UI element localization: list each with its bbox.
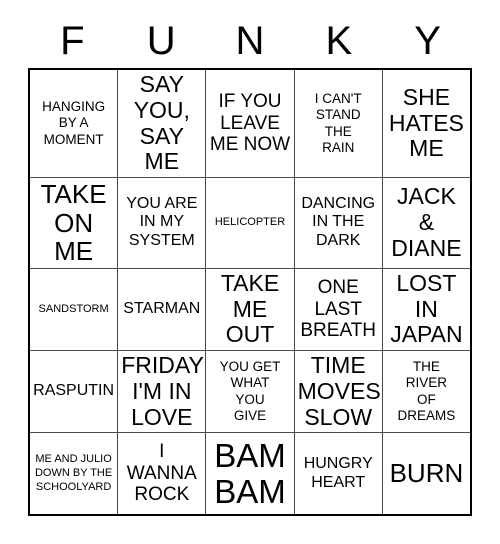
bingo-cell[interactable]: I CAN'T STAND THE RAIN — [295, 70, 383, 177]
bingo-cell[interactable]: TIME MOVES SLOW — [295, 351, 383, 433]
bingo-row: ME AND JULIO DOWN BY THE SCHOOLYARD I WA… — [30, 433, 470, 514]
header-letter-f: F — [60, 19, 85, 63]
bingo-cell[interactable]: FRIDAY I'M IN LOVE — [118, 351, 207, 433]
bingo-cell-label: SAY YOU, SAY ME — [133, 71, 190, 175]
bingo-cell[interactable]: THE RIVER OF DREAMS — [383, 351, 470, 432]
bingo-cell-label: FRIDAY I'M IN LOVE — [121, 352, 204, 430]
bingo-cell-label: SHE HATES ME — [388, 83, 464, 162]
header-letter-k: K — [325, 19, 353, 63]
bingo-cell-label: TAKE ME OUT — [220, 269, 280, 348]
bingo-cell-label: SANDSTORM — [38, 302, 109, 315]
bingo-cell-label: BURN — [389, 458, 464, 489]
bingo-header-row: F U N K Y — [28, 14, 472, 68]
bingo-cell[interactable]: HUNGRY HEART — [295, 433, 383, 514]
bingo-cell-label: DANCING IN THE DARK — [301, 194, 376, 250]
bingo-cell[interactable]: IF YOU LEAVE ME NOW — [206, 70, 295, 177]
bingo-cell[interactable]: HELICOPTER — [206, 178, 295, 268]
bingo-cell-label: THE RIVER OF DREAMS — [397, 359, 456, 423]
bingo-cell[interactable]: ONE LAST BREATH — [295, 268, 383, 351]
bingo-cell-label: RASPUTIN — [33, 382, 115, 400]
bingo-grid: HANGING BY A MOMENT SAY YOU, SAY ME IF Y… — [28, 68, 472, 516]
bingo-cell-label: HELICOPTER — [214, 216, 286, 229]
bingo-cell[interactable]: SAY YOU, SAY ME — [118, 70, 207, 177]
bingo-card: F U N K Y HANGING BY A MOMENT SAY YOU, S… — [28, 14, 472, 516]
bingo-cell-label: ME AND JULIO DOWN BY THE SCHOOLYARD — [34, 453, 113, 493]
bingo-cell-label: ONE LAST BREATH — [300, 276, 377, 342]
bingo-cell[interactable]: SANDSTORM — [30, 268, 119, 351]
bingo-cell[interactable]: LOST IN JAPAN — [383, 269, 470, 350]
bingo-cell[interactable]: TAKE ON ME — [30, 178, 119, 268]
bingo-cell-label: I WANNA ROCK — [126, 441, 197, 506]
bingo-cell[interactable]: YOU GET WHAT YOU GIVE — [206, 351, 295, 433]
bingo-cell[interactable]: TAKE ME OUT — [206, 268, 295, 351]
header-letter-n: N — [235, 19, 265, 63]
bingo-cell[interactable]: DANCING IN THE DARK — [295, 178, 383, 268]
bingo-cell[interactable]: BURN — [383, 433, 470, 514]
bingo-cell[interactable]: SHE HATES ME — [383, 70, 470, 177]
bingo-cell[interactable]: JACK & DIANE — [383, 178, 470, 268]
bingo-cell[interactable]: ME AND JULIO DOWN BY THE SCHOOLYARD — [30, 433, 119, 514]
bingo-cell-label: HANGING BY A MOMENT — [42, 99, 106, 147]
bingo-cell-label: BAM BAM — [214, 437, 286, 510]
bingo-cell-label: IF YOU LEAVE ME NOW — [209, 91, 291, 156]
bingo-cell-label: I CAN'T STAND THE RAIN — [314, 91, 362, 155]
bingo-cell[interactable]: I WANNA ROCK — [118, 433, 207, 514]
bingo-cell-label: JACK & DIANE — [391, 183, 462, 261]
bingo-cell-label: TIME MOVES SLOW — [297, 352, 381, 430]
bingo-row: HANGING BY A MOMENT SAY YOU, SAY ME IF Y… — [30, 70, 470, 178]
bingo-cell[interactable]: STARMAN — [118, 268, 207, 351]
bingo-cell[interactable]: BAM BAM — [206, 433, 295, 514]
header-letter-y: Y — [414, 19, 441, 63]
bingo-cell-label: HUNGRY HEART — [303, 454, 373, 491]
bingo-cell[interactable]: YOU ARE IN MY SYSTEM — [118, 178, 207, 268]
bingo-cell-label: YOU GET WHAT YOU GIVE — [219, 359, 281, 423]
bingo-cell-label: YOU ARE IN MY SYSTEM — [126, 194, 198, 250]
bingo-cell-label: STARMAN — [123, 299, 201, 317]
bingo-cell-label: TAKE ON ME — [40, 179, 107, 267]
bingo-cell[interactable]: HANGING BY A MOMENT — [30, 70, 119, 177]
bingo-row: RASPUTIN FRIDAY I'M IN LOVE YOU GET WHAT… — [30, 351, 470, 434]
bingo-row: TAKE ON ME YOU ARE IN MY SYSTEM HELICOPT… — [30, 178, 470, 269]
bingo-cell-label: LOST IN JAPAN — [390, 269, 463, 348]
bingo-cell[interactable]: RASPUTIN — [30, 351, 119, 433]
header-letter-u: U — [146, 19, 176, 63]
bingo-row: SANDSTORM STARMAN TAKE ME OUT ONE LAST B… — [30, 268, 470, 352]
